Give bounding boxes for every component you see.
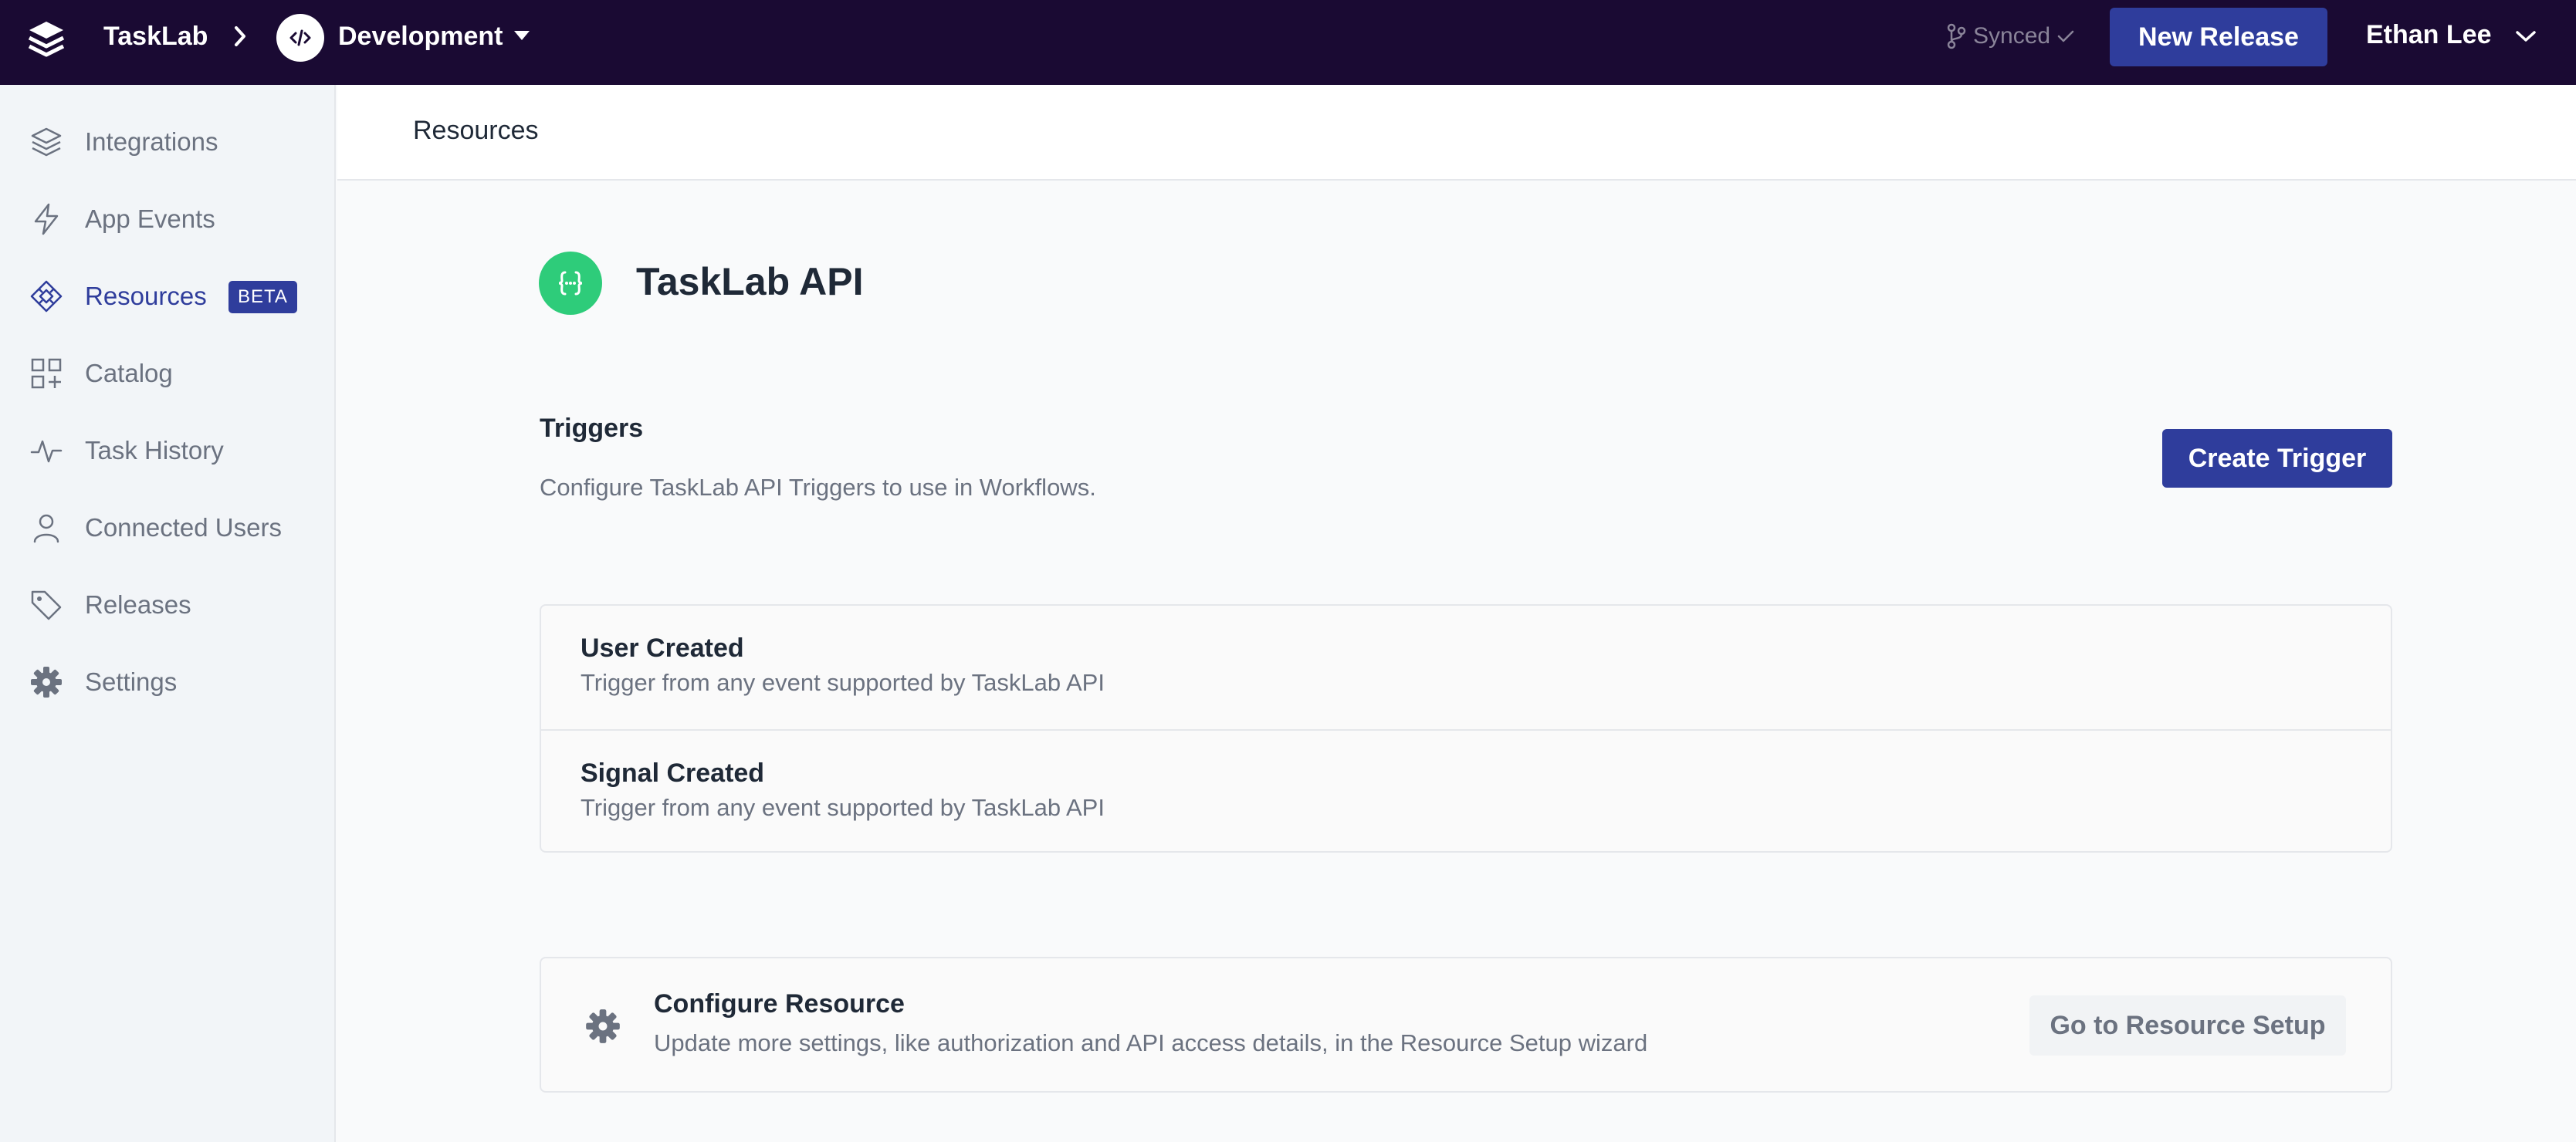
- go-to-resource-setup-button[interactable]: Go to Resource Setup: [2029, 995, 2346, 1056]
- sidebar-item-integrations[interactable]: Integrations: [0, 111, 336, 173]
- sidebar-item-label: Integrations: [85, 127, 218, 156]
- sidebar-item-label: Resources: [85, 282, 207, 310]
- sidebar-item-task-history[interactable]: Task History: [0, 420, 336, 481]
- list-item[interactable]: User Created Trigger from any event supp…: [541, 606, 2391, 729]
- caret-down-icon[interactable]: [513, 29, 531, 42]
- lightning-icon: [34, 203, 59, 235]
- triggers-section-title: Triggers: [540, 414, 644, 443]
- trigger-description: Trigger from any event supported by Task…: [581, 794, 1105, 821]
- code-braces-icon: [539, 252, 602, 315]
- app-name-link[interactable]: TaskLab: [103, 22, 208, 52]
- list-item[interactable]: Signal Created Trigger from any event su…: [541, 729, 2391, 853]
- sidebar-item-resources[interactable]: Resources BETA: [0, 265, 336, 327]
- diamond-nodes-icon: [30, 280, 63, 313]
- trigger-name: Signal Created: [581, 759, 765, 788]
- git-branch-icon: [1947, 23, 1966, 49]
- top-navigation-bar: TaskLab Development Synced New Release E…: [0, 0, 2576, 85]
- beta-badge: BETA: [228, 281, 297, 313]
- user-icon: [33, 514, 59, 543]
- sidebar-item-releases[interactable]: Releases: [0, 574, 336, 636]
- sidebar-item-label: Settings: [85, 667, 178, 696]
- page-header: Resources: [337, 85, 2576, 181]
- sync-status-label: Synced: [1973, 23, 2051, 49]
- new-release-button[interactable]: New Release: [2110, 8, 2327, 66]
- layers-logo-icon[interactable]: [26, 19, 66, 62]
- layers-icon: [31, 127, 62, 157]
- sidebar-item-settings[interactable]: Settings: [0, 651, 336, 713]
- user-menu[interactable]: Ethan Lee: [2366, 20, 2491, 50]
- environment-code-icon[interactable]: [276, 14, 324, 62]
- resource-title: TaskLab API: [636, 260, 864, 303]
- chevron-right-icon: [235, 26, 245, 46]
- page-title: Resources: [413, 116, 539, 145]
- gear-icon: [586, 1009, 620, 1043]
- trigger-name: User Created: [581, 634, 744, 663]
- grid-plus-icon: [31, 358, 62, 389]
- chevron-down-icon[interactable]: [2515, 29, 2537, 43]
- sidebar-item-catalog[interactable]: Catalog: [0, 343, 336, 404]
- sidebar-item-label: Catalog: [85, 359, 173, 387]
- configure-resource-card: Configure Resource Update more settings,…: [540, 957, 2392, 1093]
- trigger-list: User Created Trigger from any event supp…: [540, 604, 2392, 853]
- sidebar: Integrations App Events Resources BETA C…: [0, 85, 336, 1142]
- triggers-section-description: Configure TaskLab API Triggers to use in…: [540, 474, 1096, 501]
- trigger-description: Trigger from any event supported by Task…: [581, 669, 1105, 696]
- environment-selector[interactable]: Development: [338, 22, 503, 52]
- sidebar-item-connected-users[interactable]: Connected Users: [0, 497, 336, 559]
- sidebar-item-label: Releases: [85, 590, 191, 619]
- create-trigger-button[interactable]: Create Trigger: [2162, 429, 2392, 488]
- sidebar-item-label: App Events: [85, 204, 215, 233]
- configure-resource-description: Update more settings, like authorization…: [654, 1029, 1648, 1056]
- sync-status: Synced: [1945, 23, 2075, 49]
- check-icon: [2057, 30, 2074, 42]
- tag-icon: [31, 590, 62, 620]
- activity-icon: [30, 440, 63, 463]
- configure-resource-title: Configure Resource: [654, 989, 905, 1019]
- sidebar-item-label: Connected Users: [85, 513, 282, 542]
- sidebar-item-label: Task History: [85, 436, 224, 465]
- sidebar-item-app-events[interactable]: App Events: [0, 188, 336, 250]
- gear-icon: [31, 667, 62, 698]
